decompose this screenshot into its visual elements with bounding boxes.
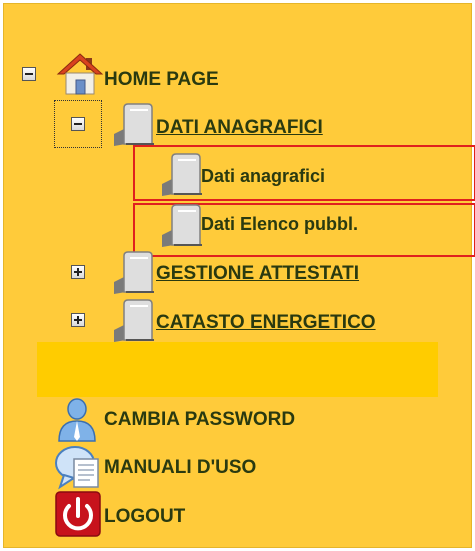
manuali-uso-link[interactable]: MANUALI D'USO <box>104 458 256 477</box>
collapse-home-toggle[interactable] <box>22 67 36 81</box>
home-icon <box>56 53 104 95</box>
collapse-dati-anagrafici-toggle[interactable] <box>71 117 85 131</box>
navigation-tree-panel: HOME PAGE DATI ANAGRAFICI Dati anagrafic… <box>3 3 475 548</box>
catasto-energetico-link[interactable]: CATASTO ENERGETICO <box>156 313 376 332</box>
folder-icon <box>114 299 154 342</box>
tree-item-dati-anagrafici[interactable]: Dati anagrafici <box>201 167 325 185</box>
home-page-label[interactable]: HOME PAGE <box>104 70 219 89</box>
dati-anagrafici-link[interactable]: DATI ANAGRAFICI <box>156 118 323 137</box>
folder-icon <box>162 153 202 196</box>
folder-icon <box>162 204 202 247</box>
cambia-password-link[interactable]: CAMBIA PASSWORD <box>104 410 295 429</box>
tree-item-dati-elenco-pubbl[interactable]: Dati Elenco pubbl. <box>201 215 358 233</box>
expand-catasto-energetico-toggle[interactable] <box>71 313 85 327</box>
folder-icon <box>114 251 154 294</box>
power-icon <box>55 491 101 537</box>
gestione-attestati-link[interactable]: GESTIONE ATTESTATI <box>156 264 359 283</box>
manual-chat-icon <box>55 446 99 490</box>
expand-gestione-attestati-toggle[interactable] <box>71 265 85 279</box>
logout-link[interactable]: LOGOUT <box>104 507 185 526</box>
folder-icon <box>114 103 154 146</box>
user-icon <box>58 398 96 442</box>
separator-bar <box>37 342 438 397</box>
